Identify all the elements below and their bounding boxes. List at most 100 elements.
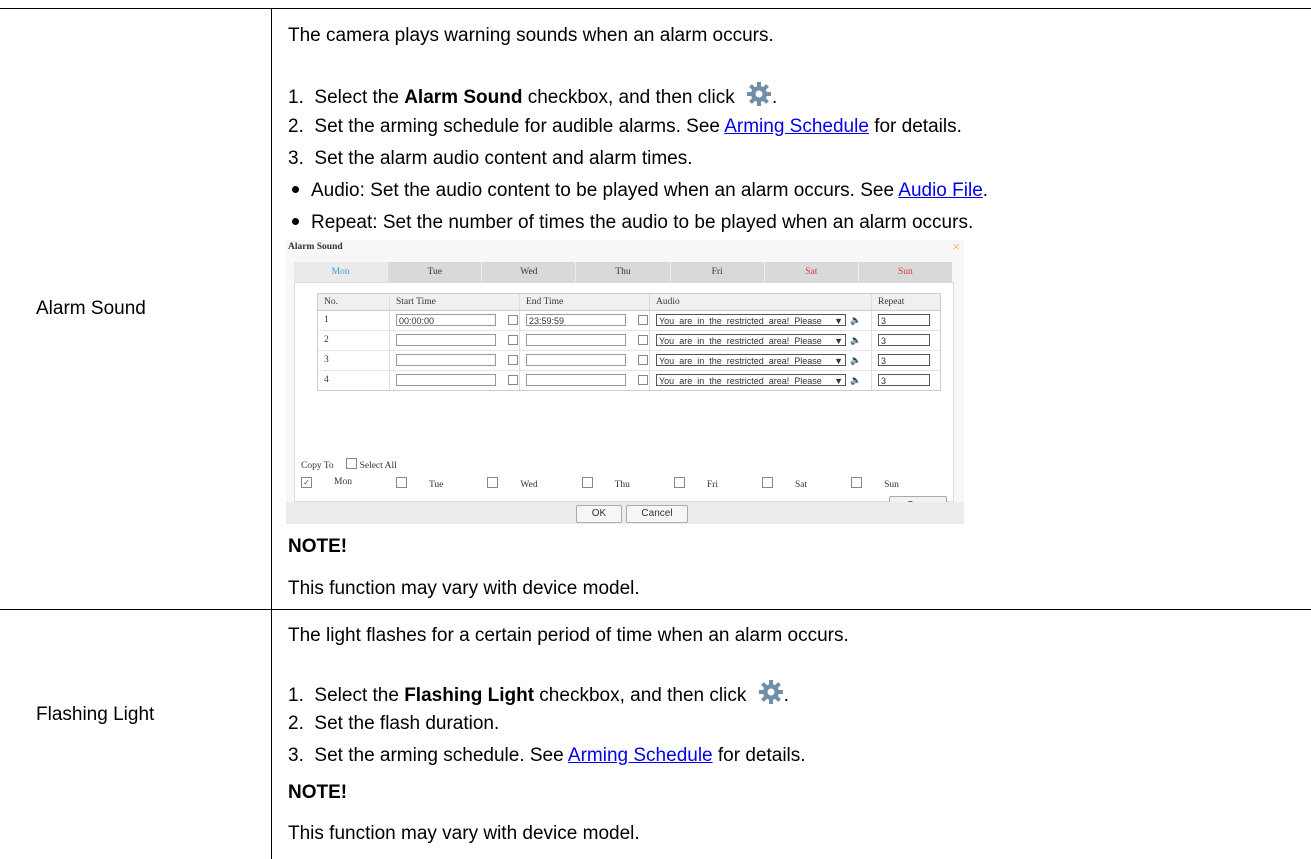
day-checkbox-sun[interactable] <box>851 477 863 488</box>
dialog-title: Alarm Sound <box>288 242 343 252</box>
table-top-border <box>0 8 1311 9</box>
start-time-input[interactable] <box>396 373 496 386</box>
audio-select[interactable]: You_are_in_the_restricted_area!_Please_ ▼ <box>656 334 846 347</box>
ok-button[interactable]: OK <box>576 505 622 523</box>
col-no: No. <box>318 294 390 310</box>
start-time-input[interactable]: 00:00:00 <box>396 313 496 326</box>
row-number: 4 <box>318 371 390 390</box>
flashing-light-step-2: 2. Set the flash duration. <box>288 713 500 734</box>
row-number: 1 <box>318 311 390 330</box>
day-label: Sun <box>884 480 899 490</box>
day-label: Tue <box>428 480 444 490</box>
start-time-input[interactable] <box>396 353 496 366</box>
flashing-light-note-title: NOTE! <box>288 782 348 803</box>
flashing-light-intro: The light flashes for a certain period o… <box>288 625 849 646</box>
row-number: 3 <box>318 351 390 370</box>
tab-mon[interactable]: Mon <box>294 262 389 282</box>
flashing-light-note: This function may vary with device model… <box>288 823 640 844</box>
select-all-checkbox[interactable] <box>345 458 357 469</box>
table-row-divider <box>0 609 1311 610</box>
copy-to-row: Copy To Select All <box>301 458 397 471</box>
audio-select[interactable]: You_are_in_the_restricted_area!_Please_ ▼ <box>656 354 846 367</box>
table-header: No. Start Time End Time Audio Repeat <box>318 294 940 311</box>
alarm-sound-note: This function may vary with device model… <box>288 578 640 599</box>
calendar-icon[interactable] <box>638 334 648 345</box>
repeat-input[interactable]: 3 <box>878 353 930 366</box>
repeat-input[interactable]: 3 <box>878 333 930 346</box>
day-label: Wed <box>520 480 538 490</box>
day-label: Thu <box>614 480 630 490</box>
day-checkbox-tue[interactable] <box>395 477 407 488</box>
flashing-light-step-1: 1. Select the Flashing Light checkbox, a… <box>288 679 789 707</box>
calendar-icon[interactable] <box>638 374 648 385</box>
calendar-icon[interactable] <box>508 334 518 345</box>
row-number: 2 <box>318 331 390 350</box>
alarm-sound-bullet-repeat: Repeat: Set the number of times the audi… <box>288 212 973 234</box>
speaker-icon[interactable]: 🔈 <box>850 371 861 390</box>
col-audio: Audio <box>650 294 872 310</box>
bullet-icon <box>292 185 299 193</box>
audio-select[interactable]: You_are_in_the_restricted_area!_Please_ ▼ <box>656 314 846 327</box>
arming-schedule-link[interactable]: Arming Schedule <box>568 745 713 766</box>
end-time-input[interactable] <box>526 333 626 346</box>
table-row: 3 You_are_in_the_restricted_area!_Please… <box>318 350 940 371</box>
chevron-down-icon: ▼ <box>834 316 843 327</box>
day-checkbox-mon[interactable]: ✓ <box>301 477 312 488</box>
end-time-input[interactable] <box>526 353 626 366</box>
col-repeat: Repeat <box>878 297 905 307</box>
audio-file-link[interactable]: Audio File <box>898 180 983 201</box>
bullet-icon <box>292 217 299 225</box>
calendar-icon[interactable] <box>508 374 518 385</box>
chevron-down-icon: ▼ <box>834 376 843 387</box>
audio-select[interactable]: You_are_in_the_restricted_area!_Please_ ▼ <box>656 374 846 387</box>
tab-thu[interactable]: Thu <box>576 262 671 282</box>
repeat-input[interactable]: 3 <box>878 313 930 326</box>
copy-to-label: Copy To <box>301 461 334 471</box>
tab-tue[interactable]: Tue <box>388 262 483 282</box>
gear-icon <box>758 679 784 705</box>
speaker-icon[interactable]: 🔈 <box>850 331 861 350</box>
speaker-icon[interactable]: 🔈 <box>850 311 861 330</box>
table-column-divider <box>271 8 272 859</box>
day-checkbox-sat[interactable] <box>761 477 773 488</box>
table-row: 1 00:00:00 23:59:59 You_are_in_the_restr… <box>318 310 940 331</box>
day-checkbox-thu[interactable] <box>581 477 593 488</box>
arming-schedule-link[interactable]: Arming Schedule <box>724 116 869 137</box>
chevron-down-icon: ▼ <box>834 336 843 347</box>
schedule-panel: No. Start Time End Time Audio Repeat 1 0… <box>294 282 954 515</box>
row-label-flashing-light: Flashing Light <box>36 704 155 725</box>
calendar-icon[interactable] <box>508 354 518 365</box>
day-label: Mon <box>334 477 352 487</box>
select-all-label: Select All <box>359 461 397 471</box>
chevron-down-icon: ▼ <box>834 356 843 367</box>
calendar-icon[interactable] <box>508 314 518 325</box>
schedule-table: No. Start Time End Time Audio Repeat 1 0… <box>317 293 941 391</box>
calendar-icon[interactable] <box>638 314 648 325</box>
alarm-sound-step-3: 3. Set the alarm audio content and alarm… <box>288 148 693 169</box>
dialog-footer: OK Cancel <box>286 502 964 524</box>
speaker-icon[interactable]: 🔈 <box>850 351 861 370</box>
table-row: 4 You_are_in_the_restricted_area!_Please… <box>318 370 940 391</box>
tab-fri[interactable]: Fri <box>671 262 765 282</box>
close-icon[interactable]: × <box>953 239 960 255</box>
repeat-input[interactable]: 3 <box>878 373 930 386</box>
alarm-sound-step-2: 2. Set the arming schedule for audible a… <box>288 116 962 137</box>
day-label: Fri <box>706 480 718 490</box>
row-label-alarm-sound: Alarm Sound <box>36 298 146 319</box>
copy-days: ✓ Mon Tue Wed Thu Fri Sat Sun <box>301 477 943 490</box>
flashing-light-step-3: 3. Set the arming schedule. See Arming S… <box>288 745 806 766</box>
end-time-input[interactable]: 23:59:59 <box>526 313 626 326</box>
day-tabs: Mon Tue Wed Thu Fri Sat Sun <box>294 262 952 282</box>
table-row: 2 You_are_in_the_restricted_area!_Please… <box>318 330 940 351</box>
gear-icon <box>746 81 772 107</box>
tab-sun[interactable]: Sun <box>859 262 952 282</box>
day-checkbox-wed[interactable] <box>487 477 499 488</box>
start-time-input[interactable] <box>396 333 496 346</box>
tab-wed[interactable]: Wed <box>482 262 577 282</box>
calendar-icon[interactable] <box>638 354 648 365</box>
tab-sat[interactable]: Sat <box>765 262 859 282</box>
end-time-input[interactable] <box>526 373 626 386</box>
alarm-sound-intro: The camera plays warning sounds when an … <box>288 25 774 46</box>
cancel-button[interactable]: Cancel <box>626 505 688 523</box>
day-checkbox-fri[interactable] <box>673 477 685 488</box>
